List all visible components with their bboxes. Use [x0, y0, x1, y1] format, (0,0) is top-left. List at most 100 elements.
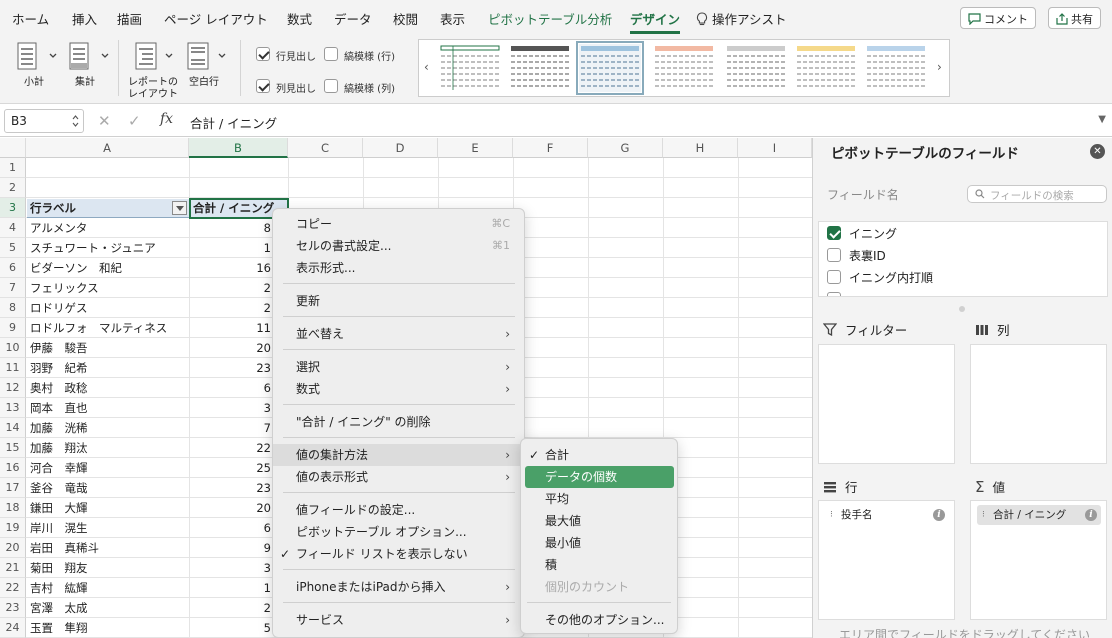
row-header[interactable]: 4	[0, 218, 26, 238]
tab-home[interactable]: ホーム	[12, 9, 49, 28]
filters-drop-area[interactable]	[818, 344, 955, 464]
row-header[interactable]: 22	[0, 578, 26, 598]
pivot-value-cell[interactable]: 25	[190, 458, 271, 478]
pivot-row-label-cell[interactable]: 岸川 滉生	[30, 518, 88, 538]
pivot-row-label-cell[interactable]: ビダーソン 和紀	[30, 258, 122, 278]
pivot-value-cell[interactable]: 23	[190, 358, 271, 378]
menu-item-show-values-as[interactable]: 値の表示形式 ›	[273, 466, 524, 488]
row-header[interactable]: 5	[0, 238, 26, 258]
column-header-f[interactable]: F	[513, 138, 588, 158]
pivot-row-label-cell[interactable]: スチュワート・ジュニア	[30, 238, 156, 258]
field-search-input[interactable]: フィールドの検索	[967, 185, 1107, 203]
info-icon[interactable]: i	[933, 509, 945, 521]
row-header[interactable]: 23	[0, 598, 26, 618]
pivot-row-label-cell[interactable]: 加藤 翔汰	[30, 438, 88, 458]
row-header[interactable]: 18	[0, 498, 26, 518]
values-field-chip[interactable]: ⁝ 合計 / イニング i	[977, 505, 1101, 525]
pivot-value-cell[interactable]: 23	[190, 478, 271, 498]
menu-item-summarize-values-by[interactable]: 値の集計方法 ›	[273, 444, 524, 466]
tab-formulas[interactable]: 数式	[287, 9, 312, 28]
row-header[interactable]: 14	[0, 418, 26, 438]
pivot-value-cell[interactable]: 6	[190, 518, 271, 538]
pivot-style-option[interactable]	[509, 44, 571, 92]
menu-item-formulas[interactable]: 数式 ›	[273, 378, 524, 400]
drag-handle-icon[interactable]: ⁝	[830, 505, 833, 525]
enter-icon[interactable]: ✓	[128, 112, 141, 130]
pivot-row-label-cell[interactable]: 宮澤 太成	[30, 598, 88, 618]
tab-data[interactable]: データ	[334, 9, 372, 28]
pivot-row-labels-header[interactable]: 行ラベル	[27, 199, 189, 218]
pivot-style-option[interactable]	[795, 44, 857, 92]
pivot-row-label-cell[interactable]: フェリックス	[30, 278, 99, 298]
pivot-row-label-cell[interactable]: 羽野 紀希	[30, 358, 88, 378]
share-button[interactable]: 共有	[1048, 7, 1101, 29]
pivot-style-option[interactable]	[653, 44, 715, 92]
rows-field-chip[interactable]: ⁝ 投手名 i	[825, 505, 949, 525]
row-header[interactable]: 6	[0, 258, 26, 278]
columns-drop-area[interactable]	[970, 344, 1107, 464]
submenu-item-count[interactable]: データの個数	[525, 466, 674, 488]
tell-me-button[interactable]: 操作アシスト	[696, 9, 787, 28]
column-header-a[interactable]: A	[26, 138, 189, 158]
tab-insert[interactable]: 挿入	[72, 9, 97, 28]
comments-button[interactable]: コメント	[960, 7, 1036, 29]
expand-formula-icon[interactable]: ▼	[1098, 114, 1106, 125]
pivot-value-cell[interactable]: 16	[190, 258, 271, 278]
row-header[interactable]: 7	[0, 278, 26, 298]
pivot-row-label-cell[interactable]: 鎌田 大輝	[30, 498, 88, 518]
pivot-value-cell[interactable]: 9	[190, 538, 271, 558]
pivot-row-label-cell[interactable]: 加藤 洸稀	[30, 418, 88, 438]
pivot-row-label-cell[interactable]: 玉置 隼翔	[30, 618, 88, 638]
pivot-row-label-cell[interactable]: 吉村 紘輝	[30, 578, 88, 598]
menu-item-remove-field[interactable]: "合計 / イニング" の削除	[273, 411, 524, 433]
tab-view[interactable]: 表示	[440, 9, 465, 28]
pivot-value-cell[interactable]: 5	[190, 618, 271, 638]
row-header[interactable]: 17	[0, 478, 26, 498]
menu-item-insert-from-iphone[interactable]: iPhoneまたはiPadから挿入 ›	[273, 576, 524, 598]
column-header-c[interactable]: C	[288, 138, 363, 158]
menu-item-format-cells[interactable]: セルの書式設定... ⌘1	[273, 235, 524, 257]
menu-item-select[interactable]: 選択 ›	[273, 356, 524, 378]
row-header[interactable]: 21	[0, 558, 26, 578]
pivot-style-option[interactable]	[439, 44, 501, 92]
pivot-row-label-cell[interactable]: 岩田 真稀斗	[30, 538, 99, 558]
pivot-row-label-cell[interactable]: 菊田 翔友	[30, 558, 88, 578]
column-header-h[interactable]: H	[663, 138, 738, 158]
field-checkbox[interactable]	[827, 270, 841, 284]
gallery-prev-icon[interactable]: ‹	[424, 60, 429, 74]
submenu-item-average[interactable]: 平均	[525, 488, 674, 510]
pivot-value-cell[interactable]: 22	[190, 438, 271, 458]
submenu-item-more-options[interactable]: その他のオプション...	[525, 609, 674, 631]
pivot-value-cell[interactable]: 7	[190, 418, 271, 438]
menu-item-refresh[interactable]: 更新	[273, 290, 524, 312]
cancel-icon[interactable]: ✕	[98, 112, 111, 130]
row-header[interactable]: 10	[0, 338, 26, 358]
pivot-value-cell[interactable]: 2	[190, 598, 271, 618]
pivot-value-cell[interactable]: 2	[190, 278, 271, 298]
name-box[interactable]: B3	[4, 109, 84, 133]
banded-rows-checkbox[interactable]	[324, 47, 338, 61]
pivot-value-cell[interactable]: 20	[190, 338, 271, 358]
close-icon[interactable]: ✕	[1090, 144, 1105, 159]
row-header[interactable]: 3	[0, 198, 26, 218]
formula-input[interactable]: 合計 / イニング	[190, 113, 277, 132]
row-header[interactable]: 11	[0, 358, 26, 378]
select-all-corner[interactable]	[0, 138, 26, 158]
row-header[interactable]: 15	[0, 438, 26, 458]
menu-item-services[interactable]: サービス ›	[273, 609, 524, 631]
pivot-row-label-cell[interactable]: アルメンタ	[30, 218, 87, 238]
banded-columns-checkbox[interactable]	[324, 79, 338, 93]
tab-page-layout[interactable]: ページ レイアウト	[164, 9, 268, 28]
column-headers-checkbox[interactable]	[256, 79, 270, 93]
menu-item-sort[interactable]: 並べ替え ›	[273, 323, 524, 345]
tab-review[interactable]: 校閲	[393, 9, 418, 28]
row-header[interactable]: 1	[0, 158, 26, 178]
pivot-value-cell[interactable]: 1	[190, 238, 271, 258]
row-header[interactable]: 8	[0, 298, 26, 318]
submenu-item-min[interactable]: 最小値	[525, 532, 674, 554]
insert-function-icon[interactable]: fx	[160, 111, 173, 127]
info-icon[interactable]: i	[1085, 509, 1097, 521]
pivot-style-option[interactable]	[865, 44, 927, 92]
menu-item-number-format[interactable]: 表示形式...	[273, 257, 524, 279]
menu-item-pivottable-options[interactable]: ピボットテーブル オプション...	[273, 521, 524, 543]
